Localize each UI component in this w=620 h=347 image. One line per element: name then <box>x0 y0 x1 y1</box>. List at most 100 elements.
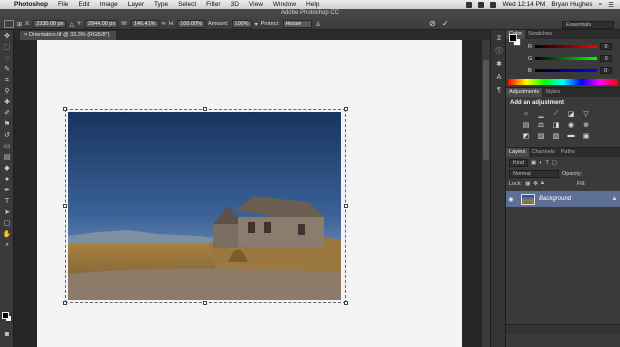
brush-tool-icon[interactable]: ✐ <box>2 110 12 118</box>
h-field[interactable]: 100.00% <box>177 20 206 28</box>
reference-point-icon[interactable]: ⊞ <box>17 21 22 28</box>
curves-icon[interactable]: ⟋ <box>550 110 562 118</box>
threshold-icon[interactable]: ▧ <box>550 132 562 140</box>
transform-handle[interactable] <box>203 301 207 305</box>
layer-row-background[interactable]: ◉ Background 🔒︎ <box>506 191 620 207</box>
menu-window[interactable]: Window <box>273 1 296 8</box>
y-field[interactable]: 2944.00 px <box>84 20 119 28</box>
menu-image[interactable]: Image <box>100 1 118 8</box>
tab-styles[interactable]: Styles <box>542 88 563 97</box>
x-field[interactable]: 2330.00 px <box>33 20 67 28</box>
move-tool-icon[interactable]: ✥ <box>2 33 12 41</box>
lasso-tool-icon[interactable]: ◌ <box>2 55 12 63</box>
delta-icon[interactable]: △ <box>69 21 74 28</box>
zoom-tool-icon[interactable]: ⚬ <box>2 242 12 250</box>
color-spectrum-ramp[interactable] <box>508 79 618 85</box>
type-tool-icon[interactable]: T <box>2 198 12 206</box>
menu-type[interactable]: Type <box>154 1 168 8</box>
menu-filter[interactable]: Filter <box>206 1 220 8</box>
lock-all-icon[interactable]: 🔒︎ <box>541 180 544 187</box>
levels-icon[interactable]: ▁ <box>535 110 547 118</box>
dropbox-icon[interactable] <box>466 1 473 8</box>
crop-tool-icon[interactable]: ⌗ <box>2 77 12 85</box>
history-brush-tool-icon[interactable]: ↺ <box>2 132 12 140</box>
black-white-icon[interactable]: ◨ <box>550 121 562 129</box>
layer-lock-icon[interactable]: 🔒︎ <box>613 196 616 203</box>
tab-channels[interactable]: Channels <box>529 148 558 157</box>
cancel-icon[interactable]: ⊘ <box>429 19 436 28</box>
green-slider[interactable] <box>535 57 598 60</box>
brightness-contrast-icon[interactable]: ☼ <box>520 110 532 118</box>
channel-mixer-icon[interactable]: ⊕ <box>580 121 592 129</box>
blend-mode-select[interactable]: Normal <box>509 170 559 178</box>
foreground-color-box[interactable] <box>509 34 517 42</box>
dodge-tool-icon[interactable]: ● <box>2 176 12 184</box>
workspace-select[interactable]: Essentials <box>562 21 614 29</box>
tab-paths[interactable]: Paths <box>558 148 578 157</box>
healing-tool-icon[interactable]: ✚ <box>2 99 12 107</box>
wifi-icon[interactable] <box>478 1 485 8</box>
shape-tool-icon[interactable]: ▢ <box>2 220 12 228</box>
transform-handle[interactable] <box>63 301 67 305</box>
lock-position-icon[interactable]: ✥ <box>533 181 538 187</box>
hand-tool-icon[interactable]: ✋ <box>2 231 12 239</box>
character-icon[interactable]: A <box>494 73 504 82</box>
vibrance-icon[interactable]: ▽ <box>580 110 592 118</box>
transform-bounding-box[interactable] <box>63 107 348 305</box>
tab-swatches[interactable]: Swatches <box>525 30 555 39</box>
menu-edit[interactable]: Edit <box>78 1 89 8</box>
menu-3d[interactable]: 3D <box>231 1 239 8</box>
eyedropper-tool-icon[interactable]: ⚲ <box>2 88 12 96</box>
properties-icon[interactable]: ⓘ <box>494 47 504 56</box>
foreground-color-swatch[interactable] <box>2 312 9 319</box>
transform-handle[interactable] <box>344 107 348 111</box>
red-value[interactable]: 0 <box>599 43 612 50</box>
visibility-eye-icon[interactable]: ◉ <box>506 196 516 203</box>
lock-pixels-icon[interactable]: ▦ <box>525 181 530 187</box>
gradient-tool-icon[interactable]: ▤ <box>2 154 12 162</box>
user-name[interactable]: Bryan Hughes <box>551 1 592 8</box>
blue-value[interactable]: 0 <box>599 67 612 74</box>
transform-handle[interactable] <box>344 301 348 305</box>
menu-select[interactable]: Select <box>178 1 196 8</box>
clock[interactable]: Wed 12:14 PM <box>502 1 545 8</box>
tab-adjustments[interactable]: Adjustments <box>506 88 543 97</box>
exposure-icon[interactable]: ◪ <box>565 110 577 118</box>
gradient-map-icon[interactable]: ▬ <box>565 132 577 140</box>
color-balance-icon[interactable]: ⚖ <box>535 121 547 129</box>
layer-name[interactable]: Background <box>539 196 571 202</box>
eraser-tool-icon[interactable]: ▭ <box>2 143 12 151</box>
menu-layer[interactable]: Layer <box>128 1 144 8</box>
selective-color-icon[interactable]: ▣ <box>580 132 592 140</box>
filter-adjust-icon[interactable]: ◐ <box>539 160 542 166</box>
document-tab[interactable]: × Orientation.tif @ 33.3% (RGB/8*) <box>20 31 116 40</box>
amount-field[interactable]: 100% <box>231 20 252 28</box>
hue-saturation-icon[interactable]: ▤ <box>520 121 532 129</box>
transform-handle[interactable] <box>63 204 67 208</box>
protect-select[interactable]: House <box>282 20 313 28</box>
protect-skin-icon[interactable]: ♙ <box>315 21 320 28</box>
w-field[interactable]: 146.41% <box>130 20 159 28</box>
invert-icon[interactable]: ◩ <box>520 132 532 140</box>
blur-tool-icon[interactable]: ◆ <box>2 165 12 173</box>
green-value[interactable]: 0 <box>600 55 613 62</box>
scrollbar-thumb[interactable] <box>483 60 489 160</box>
menu-view[interactable]: View <box>249 1 263 8</box>
check-icon[interactable]: ✓ <box>442 19 449 28</box>
quick-select-tool-icon[interactable]: ✎ <box>2 66 12 74</box>
filter-image-icon[interactable]: ▣ <box>531 160 536 166</box>
clone-stamp-tool-icon[interactable]: ⚑ <box>2 121 12 129</box>
red-slider[interactable] <box>534 45 597 48</box>
filter-type-icon[interactable]: T <box>546 160 549 166</box>
app-menu[interactable]: Photoshop <box>14 1 48 8</box>
transform-handle[interactable] <box>344 204 348 208</box>
history-icon[interactable]: ⧖ <box>494 34 504 43</box>
quick-mask-icon[interactable]: ◙ <box>2 331 12 339</box>
path-select-tool-icon[interactable]: ➤ <box>2 209 12 217</box>
menu-file[interactable]: File <box>58 1 68 8</box>
photo-filter-icon[interactable]: ◉ <box>565 121 577 129</box>
menu-help[interactable]: Help <box>306 1 319 8</box>
paragraph-icon[interactable]: ¶ <box>494 86 504 95</box>
blue-slider[interactable] <box>534 69 597 72</box>
brush-presets-icon[interactable]: ✱ <box>494 60 504 69</box>
